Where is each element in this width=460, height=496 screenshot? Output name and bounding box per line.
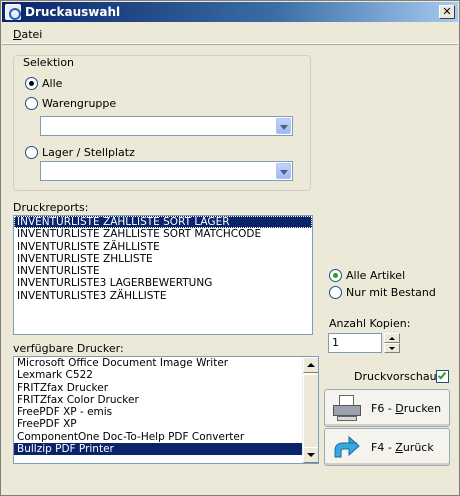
list-item[interactable]: INVENTURLISTE ZÄHLLISTE	[14, 241, 312, 253]
list-item[interactable]: INVENTURLISTE ZÄHLLISTE SORT MATCHCODE	[14, 228, 312, 240]
printer-icon	[331, 393, 363, 423]
list-item[interactable]: Bullzip PDF Printer	[14, 443, 302, 456]
list-item[interactable]: ComponentOne Doc-To-Help PDF Converter	[14, 431, 318, 443]
radio-warengruppe-indicator	[25, 97, 38, 110]
radio-only-in-stock-label: Nur mit Bestand	[346, 286, 436, 299]
list-item[interactable]: Lexmark C522	[14, 369, 318, 381]
radio-all[interactable]: Alle	[25, 77, 62, 90]
list-item[interactable]: INVENTURLISTE3 ZÄHLLISTE	[14, 290, 312, 302]
lager-stellplatz-combobox[interactable]	[40, 161, 293, 181]
preview-checkbox[interactable]	[436, 370, 449, 383]
copies-stepper: 1	[328, 333, 400, 353]
selection-group-legend: Selektion	[21, 56, 77, 69]
radio-lager-stellplatz[interactable]: Lager / Stellplatz	[25, 146, 135, 159]
app-icon	[5, 4, 21, 20]
window-title: Druckauswahl	[25, 5, 121, 19]
scroll-thumb[interactable]	[303, 374, 318, 456]
list-item[interactable]: FRITZfax Color Drucker	[14, 394, 318, 406]
back-arrow-icon	[331, 432, 363, 462]
print-button-label: F6 - Drucken	[371, 401, 442, 415]
copies-input[interactable]: 1	[328, 333, 382, 353]
menu-bar: Datei	[2, 24, 458, 44]
checkmark-icon	[437, 370, 447, 380]
close-button[interactable]: ✕	[439, 5, 455, 19]
print-selection-window: Druckauswahl ✕ Datei Selektion Alle Ware…	[0, 0, 460, 496]
radio-all-articles-label: Alle Artikel	[346, 269, 406, 282]
list-item[interactable]: INVENTURLISTE3 LAGERBEWERTUNG	[14, 277, 312, 289]
radio-all-label: Alle	[42, 77, 63, 90]
copies-label: Anzahl Kopien:	[329, 317, 411, 330]
title-bar[interactable]: Druckauswahl ✕	[2, 2, 458, 22]
radio-all-articles-indicator	[329, 269, 342, 282]
scroll-down-icon[interactable]	[303, 447, 318, 463]
radio-warengruppe-label: Warengruppe	[42, 97, 117, 110]
list-item[interactable]: FreePDF XP - emis	[14, 406, 318, 418]
list-item[interactable]: Microsoft Office Document Image Writer	[14, 357, 318, 369]
menu-file[interactable]: Datei	[13, 28, 42, 41]
spin-down-icon[interactable]	[384, 343, 400, 353]
scroll-up-icon[interactable]	[303, 357, 318, 373]
radio-only-in-stock[interactable]: Nur mit Bestand	[329, 286, 436, 299]
list-item[interactable]: FRITZfax Drucker	[14, 382, 318, 394]
print-button[interactable]: F6 - Drucken	[324, 389, 450, 427]
radio-all-indicator	[25, 77, 38, 90]
list-item[interactable]: FreePDF XP	[14, 418, 318, 430]
spin-up-icon[interactable]	[384, 333, 400, 343]
list-item[interactable]: INVENTURLISTE	[14, 265, 312, 277]
printers-label: verfügbare Drucker:	[13, 342, 124, 355]
radio-all-articles[interactable]: Alle Artikel	[329, 269, 405, 282]
chevron-down-icon[interactable]	[276, 118, 291, 134]
radio-warengruppe[interactable]: Warengruppe	[25, 97, 116, 110]
printers-scrollbar[interactable]	[302, 357, 318, 463]
chevron-down-icon[interactable]	[276, 163, 291, 179]
close-icon: ✕	[442, 5, 452, 18]
list-item[interactable]: INVENTURLISTE ZÄHLLISTE SORT LAGER	[14, 216, 312, 229]
reports-listbox[interactable]: INVENTURLISTE ZÄHLLISTE SORT LAGER INVEN…	[13, 215, 313, 335]
back-button[interactable]: F4 - Zurück	[324, 428, 450, 466]
warengruppe-combobox[interactable]	[40, 116, 293, 136]
radio-only-in-stock-indicator	[329, 286, 342, 299]
preview-label: Druckvorschau:	[354, 370, 441, 383]
radio-lager-indicator	[25, 146, 38, 159]
list-item[interactable]: INVENTURLISTE ZHLLISTE	[14, 253, 312, 265]
back-button-label: F4 - Zurück	[371, 440, 434, 454]
radio-lager-label: Lager / Stellplatz	[42, 146, 135, 159]
reports-label: Druckreports:	[13, 201, 89, 214]
printers-listbox[interactable]: Microsoft Office Document Image Writer L…	[13, 356, 319, 464]
